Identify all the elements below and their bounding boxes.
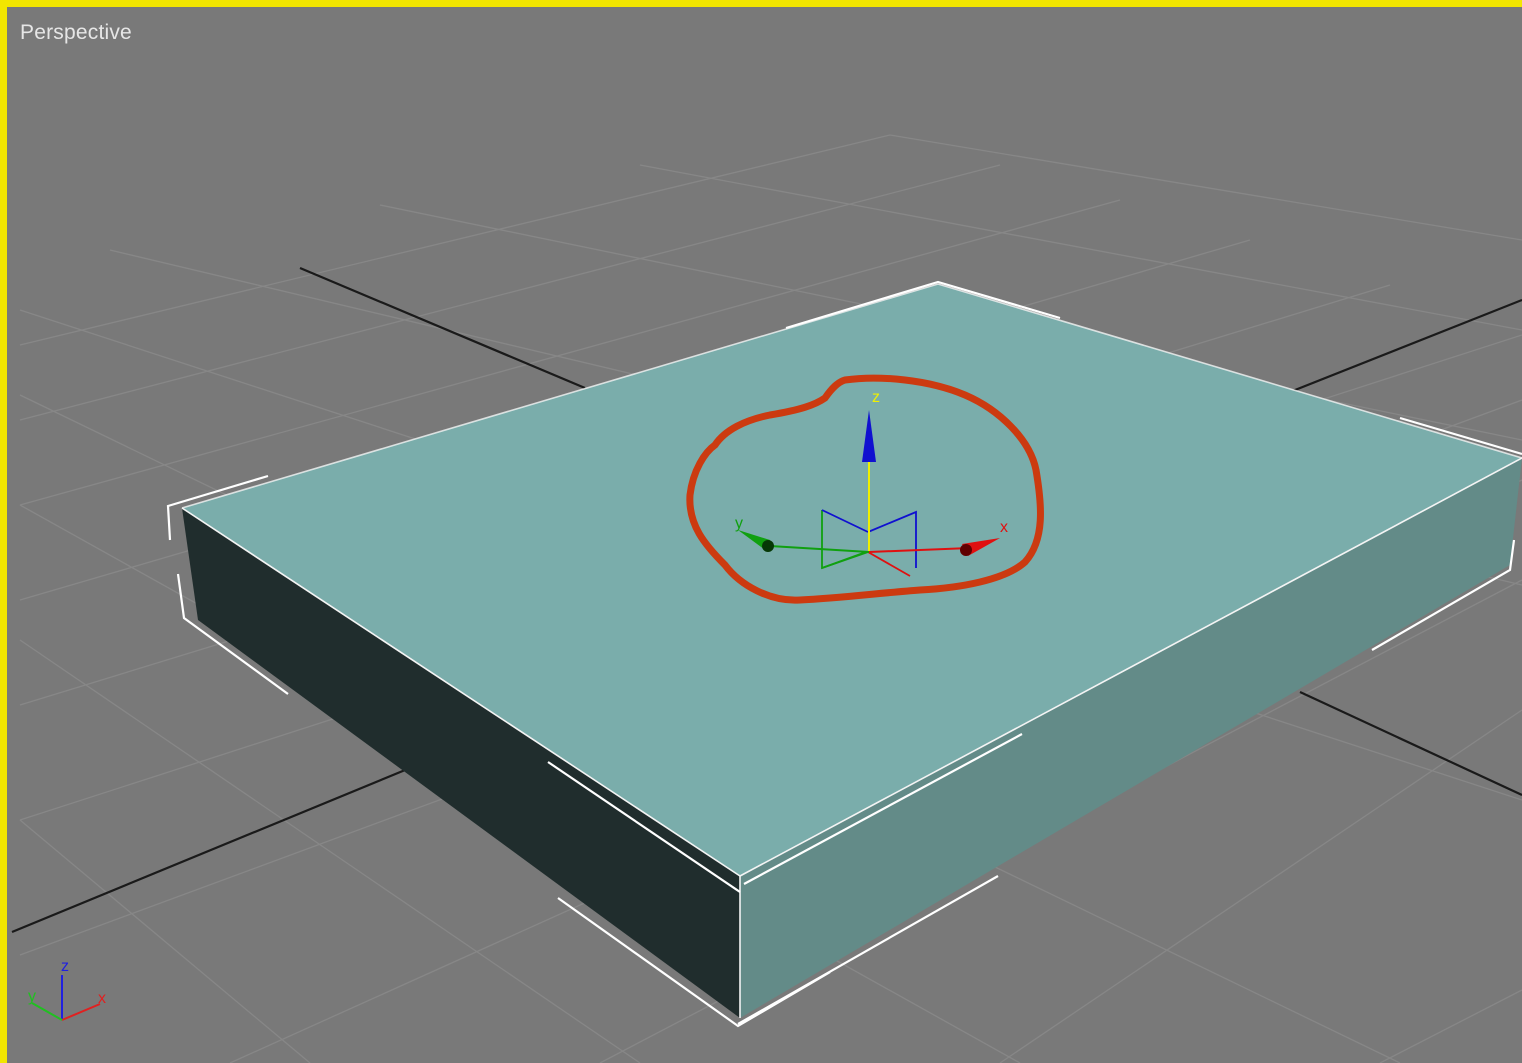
gizmo-x-label: x (1000, 519, 1008, 536)
tripod-y-label: y (28, 988, 36, 1005)
viewport-scene[interactable]: z x y z x y (0, 0, 1522, 1063)
gizmo-y-label: y (735, 515, 743, 532)
tripod-z-label: z (61, 958, 69, 975)
perspective-viewport[interactable]: z x y z x y Perspective (0, 0, 1522, 1063)
box-object[interactable] (181, 283, 1522, 1018)
view-axis-tripod: z x y (28, 958, 106, 1021)
tripod-x-label: x (98, 990, 106, 1007)
viewport-label[interactable]: Perspective (20, 21, 132, 45)
gizmo-z-label: z (872, 389, 880, 406)
